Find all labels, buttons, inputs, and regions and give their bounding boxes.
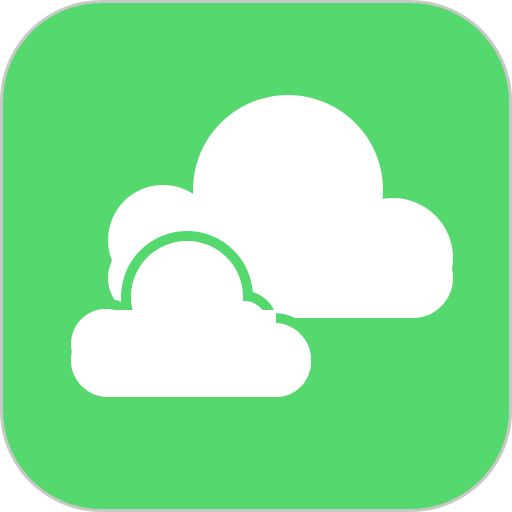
app-icon[interactable] <box>0 0 512 512</box>
cloud-icon <box>0 0 512 512</box>
